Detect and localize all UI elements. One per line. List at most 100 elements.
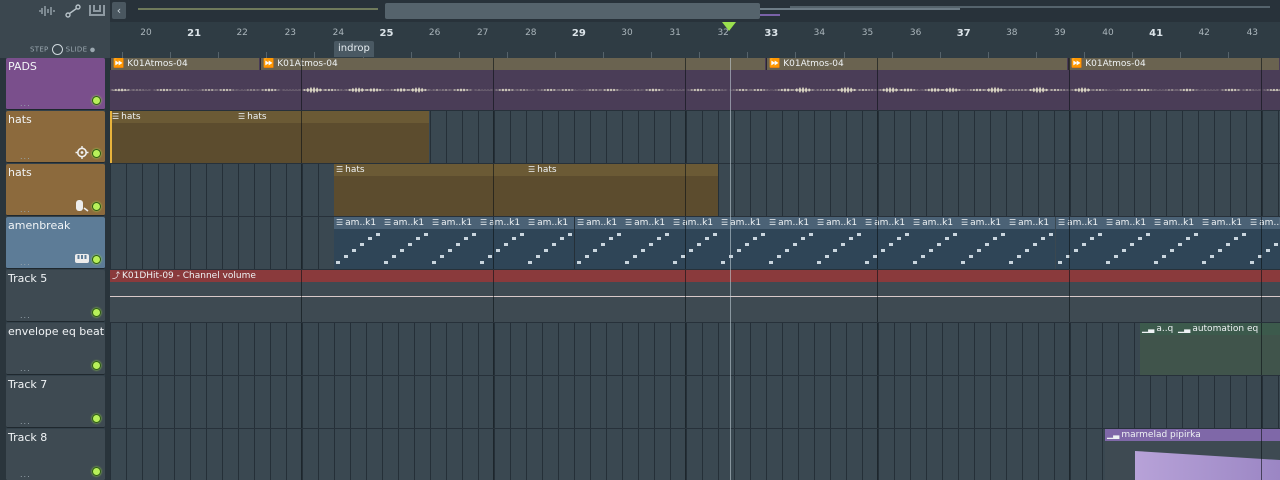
amenbreak-pattern-clip[interactable]: ☰am..k1 (1248, 217, 1280, 269)
track-lane[interactable]: ▁▃ a..q ▁▃ automation eq (110, 323, 1280, 376)
track-grip[interactable]: ... (20, 417, 31, 426)
amenbreak-pattern-clip[interactable]: ☰am..k1 (334, 217, 382, 269)
eq-automation-clip[interactable]: ▁▃ a..q (1140, 323, 1176, 375)
track-name[interactable]: PADS (8, 60, 37, 73)
amenbreak-pattern-clip[interactable]: ☰am..k1 (478, 217, 526, 269)
audio-clip-title[interactable]: ⏩ K01Atmos-04 (260, 58, 765, 70)
horizontal-scrollbar[interactable]: ‹ (110, 0, 1280, 22)
track-lane[interactable]: ☰ hats ☰ hats (110, 111, 1280, 164)
hats-pattern-clip[interactable]: ☰ hats (526, 164, 718, 216)
playhead-marker[interactable] (722, 22, 736, 31)
track-mute-led[interactable] (92, 255, 101, 264)
clip-title-bar[interactable]: ☰am..k1 (382, 217, 430, 229)
magnet-icon[interactable] (88, 4, 106, 18)
track-name[interactable]: hats (8, 166, 32, 179)
amenbreak-pattern-clip[interactable]: ☰am..k1 (863, 217, 911, 269)
track-grip[interactable]: ... (20, 311, 31, 320)
track-header[interactable]: amenbreak... (6, 217, 105, 269)
amenbreak-pattern-clip[interactable]: ☰am..k1 (815, 217, 863, 269)
clip-title-bar[interactable]: ☰am..k1 (334, 217, 382, 229)
clip-title-bar[interactable]: ☰ hats (334, 164, 526, 176)
clip-title-bar[interactable]: ▁▃ automation eq (1176, 323, 1280, 335)
clip-title-bar[interactable]: ⤴ K01DHit-09 - Channel volume (110, 270, 1280, 282)
clip-title-bar[interactable]: ☰am..k1 (575, 217, 623, 229)
track-grip[interactable]: ... (20, 364, 31, 373)
scroll-left-button[interactable]: ‹ (112, 2, 126, 19)
scroll-thumb[interactable] (385, 3, 760, 19)
track-mute-led[interactable] (92, 467, 101, 476)
track-grip[interactable]: ... (20, 99, 31, 108)
track-name[interactable]: hats (8, 113, 32, 126)
clip-title-bar[interactable]: ☰am..k1 (671, 217, 719, 229)
clip-title-bar[interactable]: ☰am..k1 (911, 217, 959, 229)
amenbreak-pattern-clip[interactable]: ☰am..k1 (1200, 217, 1248, 269)
track-grip[interactable]: ... (20, 152, 31, 161)
clip-title-bar[interactable]: ☰am..k1 (959, 217, 1007, 229)
audio-clip[interactable]: ▁▃ marmelad pipirka (1105, 429, 1280, 480)
track-mute-led[interactable] (92, 308, 101, 317)
amenbreak-pattern-clip[interactable]: ☰am..k1 (430, 217, 478, 269)
timeline-ruler[interactable]: 20 21 22 23 24 25 26 27 28 29 30 31 32 33 34 35 36 37 38 39… (110, 22, 1280, 59)
clip-title-bar[interactable]: ☰ hats (110, 111, 236, 123)
hats-pattern-clip[interactable]: ☰ hats (236, 111, 429, 163)
amenbreak-pattern-clip[interactable]: ☰am..k1 (671, 217, 719, 269)
track-header[interactable]: envelope eq beat... (6, 323, 105, 375)
clip-title-bar[interactable]: ☰am..k1 (1200, 217, 1248, 229)
track-lane[interactable] (110, 376, 1280, 429)
track-lane[interactable]: ⏩ K01Atmos-04 ⏩ K01Atmos-04 ⏩ K01Atmos-04 ⏩ K01… (110, 58, 1280, 111)
clip-title-bar[interactable]: ☰am..k1 (815, 217, 863, 229)
track-mute-led[interactable] (92, 149, 101, 158)
track-lane[interactable]: ☰ am..k1 ☰ am..k1 ☰ am..k1 ☰ am..k1 ☰ am..k1 ☰ am..… (110, 217, 1280, 270)
amenbreak-pattern-clip[interactable]: ☰am..k1 (911, 217, 959, 269)
amenbreak-pattern-clip[interactable]: ☰am..k1 (526, 217, 574, 269)
step-slide-knob[interactable] (51, 44, 63, 55)
amenbreak-pattern-clip[interactable]: ☰am..k1 (959, 217, 1007, 269)
track-mute-led[interactable] (92, 202, 101, 211)
track-header[interactable]: Track 7... (6, 376, 105, 428)
amenbreak-pattern-clip[interactable]: ☰am..k1 (1056, 217, 1104, 269)
amenbreak-pattern-clip[interactable]: ☰am..k1 (575, 217, 623, 269)
automation-clip[interactable]: ⤴ K01DHit-09 - Channel volume (110, 270, 1280, 322)
playlist-lanes[interactable]: ⏩ K01Atmos-04 ⏩ K01Atmos-04 ⏩ K01Atmos-04 ⏩ K01… (110, 58, 1280, 480)
clip-title-bar[interactable]: ▁▃ a..q (1140, 323, 1176, 335)
amenbreak-pattern-clip[interactable]: ☰am..k1 (719, 217, 767, 269)
link-icon[interactable] (64, 4, 82, 18)
amenbreak-pattern-clip[interactable]: ☰am..k1 (382, 217, 430, 269)
pads-audio-region[interactable]: ⏩ K01Atmos-04 ⏩ K01Atmos-04 ⏩ K01Atmos-04 ⏩ K01… (110, 58, 1280, 110)
marker-label[interactable]: indrop (334, 41, 374, 57)
hats-pattern-clip[interactable]: ☰ hats (110, 111, 236, 163)
track-grip[interactable]: ... (20, 258, 31, 267)
track-header[interactable]: PADS... (6, 58, 105, 110)
clip-title-bar[interactable]: ☰am..k1 (1056, 217, 1104, 229)
audio-clip-title[interactable]: ⏩ K01Atmos-04 (766, 58, 1067, 70)
audio-clip-title[interactable]: ⏩ K01Atmos-04 (110, 58, 259, 70)
track-lane[interactable]: ▁▃ marmelad pipirka (110, 429, 1280, 480)
track-header[interactable]: Track 8... (6, 429, 105, 480)
track-name[interactable]: Track 8 (8, 431, 47, 444)
clip-title-bar[interactable]: ☰ hats (236, 111, 429, 123)
amenbreak-pattern-clip[interactable]: ☰am..k1 (767, 217, 815, 269)
step-slide-switch[interactable]: STEP SLIDE ● (30, 44, 95, 55)
clip-title-bar[interactable]: ☰am..k1 (526, 217, 574, 229)
clip-title-bar[interactable]: ☰am..k1 (430, 217, 478, 229)
track-name[interactable]: envelope eq beat (8, 325, 104, 338)
hats-pattern-clip[interactable]: ☰ hats (334, 164, 526, 216)
clip-title-bar[interactable]: ☰am..k1 (1104, 217, 1152, 229)
track-lane[interactable]: ⤴ K01DHit-09 - Channel volume (110, 270, 1280, 323)
audio-clip-title[interactable]: ⏩ K01Atmos-04 (1068, 58, 1279, 70)
track-mute-led[interactable] (92, 96, 101, 105)
clip-title-bar[interactable]: ☰am..k1 (863, 217, 911, 229)
clip-title-bar[interactable]: ☰am..k1 (719, 217, 767, 229)
clip-title-bar[interactable]: ☰am..k1 (478, 217, 526, 229)
track-lane[interactable]: ☰ hats ☰ hats (110, 164, 1280, 217)
clip-title-bar[interactable]: ☰am..k1 (623, 217, 671, 229)
waveform-icon[interactable] (38, 4, 56, 18)
track-header[interactable]: hats... (6, 164, 105, 216)
track-mute-led[interactable] (92, 414, 101, 423)
track-name[interactable]: amenbreak (8, 219, 70, 232)
track-header[interactable]: hats... (6, 111, 105, 163)
track-name[interactable]: Track 5 (8, 272, 47, 285)
clip-title-bar[interactable]: ☰am..k1 (1248, 217, 1280, 229)
clip-title-bar[interactable]: ☰ hats (526, 164, 718, 176)
clip-title-bar[interactable]: ☰am..k1 (1152, 217, 1200, 229)
